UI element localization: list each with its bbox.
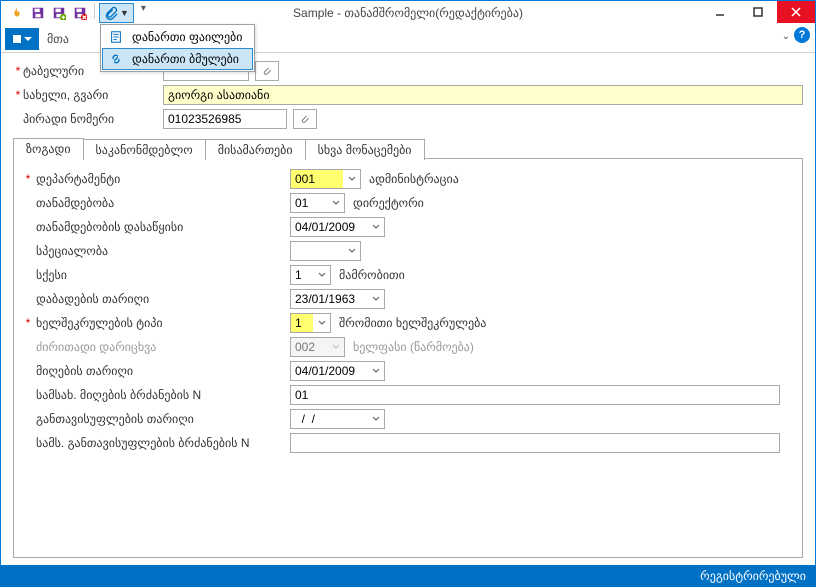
link-icon [108,51,124,67]
sex-name: მამრობითი [339,268,405,282]
label-dismiss-date: განთავისუფლების თარიღი [32,412,290,426]
tab-strip: ზოგადი საკანონმდებლო მისამართები სხვა მო… [13,137,803,158]
name-input[interactable] [163,85,803,105]
label-dob: დაბადების თარიღი [32,292,290,306]
position-start-date-button[interactable] [367,217,385,237]
position-code-input[interactable] [290,193,328,213]
status-bar: რეგისტრირებული [0,565,816,587]
menu-main[interactable]: მთა [39,32,77,46]
tab-other[interactable]: სხვა მონაცემები [305,139,425,160]
maximize-button[interactable] [739,1,777,23]
speciality-dropdown-button[interactable] [343,241,361,261]
save-icon[interactable] [28,3,48,23]
label-hire-date: მიღების თარიღი [32,364,290,378]
label-main-charge: ძირითადი დარიცხვა [32,340,290,354]
attachments-links-label: დანართი ბმულები [132,52,239,66]
tab-addresses[interactable]: მისამართები [205,139,306,160]
personal-id-lookup-button[interactable] [293,109,317,129]
label-position-start: თანამდებობის დასაწყისი [32,220,290,234]
label-dismiss-order: სამს. განთავისუფლების ბრძანების N [32,436,290,450]
attachments-links-item[interactable]: დანართი ბმულები [102,48,253,70]
label-name: სახელი, გვარი [23,88,163,102]
dismiss-order-input[interactable] [290,433,780,453]
file-icon [108,29,124,45]
position-start-input[interactable] [290,217,368,237]
hire-date-input[interactable] [290,361,368,381]
hire-date-button[interactable] [367,361,385,381]
hire-order-input[interactable] [290,385,780,405]
contract-type-name: შრომითი ხელშეკრულება [339,316,486,330]
tab-legislation[interactable]: საკანონმდებლო [83,139,206,160]
minimize-button[interactable] [701,1,739,23]
speciality-input[interactable] [290,241,344,261]
label-sex: სქესი [32,268,290,282]
label-position: თანამდებობა [32,196,290,210]
app-menu-button[interactable] [5,28,39,50]
main-charge-dropdown-button [327,337,345,357]
help-button[interactable]: ? [794,27,810,43]
close-button[interactable] [777,1,815,23]
department-code-input[interactable] [290,169,344,189]
label-personal-id: პირადი ნომერი [23,112,163,126]
dob-date-button[interactable] [367,289,385,309]
dismiss-date-button[interactable] [367,409,385,429]
sex-code-input[interactable] [290,265,314,285]
label-department: დეპარტამენტი [32,172,290,186]
attachments-files-label: დანართი ფაილები [132,30,242,44]
position-name: დირექტორი [353,196,424,210]
status-text: რეგისტრირებული [700,569,806,583]
save-x-icon[interactable] [70,3,90,23]
personal-id-input[interactable] [163,109,287,129]
position-dropdown-button[interactable] [327,193,345,213]
tab-panel-general: * დეპარტამენტი ადმინისტრაცია თანამდებობა… [13,158,803,558]
label-contract-type: ხელშეკრულების ტიპი [32,316,290,330]
attachments-files-item[interactable]: დანართი ფაილები [102,26,253,48]
save-plus-icon[interactable] [49,3,69,23]
tab-number-lookup-button[interactable] [255,61,279,81]
main-charge-code-input [290,337,328,357]
attachments-dropdown: დანართი ფაილები დანართი ბმულები [100,24,255,72]
label-hire-order: სამსახ. მიღების ბრძანების N [32,388,290,402]
tab-general[interactable]: ზოგადი [13,138,84,159]
main-charge-name: ხელფასი (წარმოება) [353,340,474,354]
label-speciality: სპეციალობა [32,244,290,258]
attachments-button[interactable]: ▼ [99,3,134,23]
department-dropdown-button[interactable] [343,169,361,189]
title-bar: ▼ ▾ Sample - თანამშრომელი(რედაქტირება) [1,1,815,25]
dob-input[interactable] [290,289,368,309]
ribbon-expand-icon[interactable]: ⌄ [782,31,790,42]
contract-type-dropdown-button[interactable] [313,313,331,333]
flame-icon[interactable] [7,3,27,23]
contract-type-code-input[interactable] [290,313,314,333]
dismiss-date-input[interactable] [290,409,368,429]
sex-dropdown-button[interactable] [313,265,331,285]
department-name: ადმინისტრაცია [369,172,459,186]
